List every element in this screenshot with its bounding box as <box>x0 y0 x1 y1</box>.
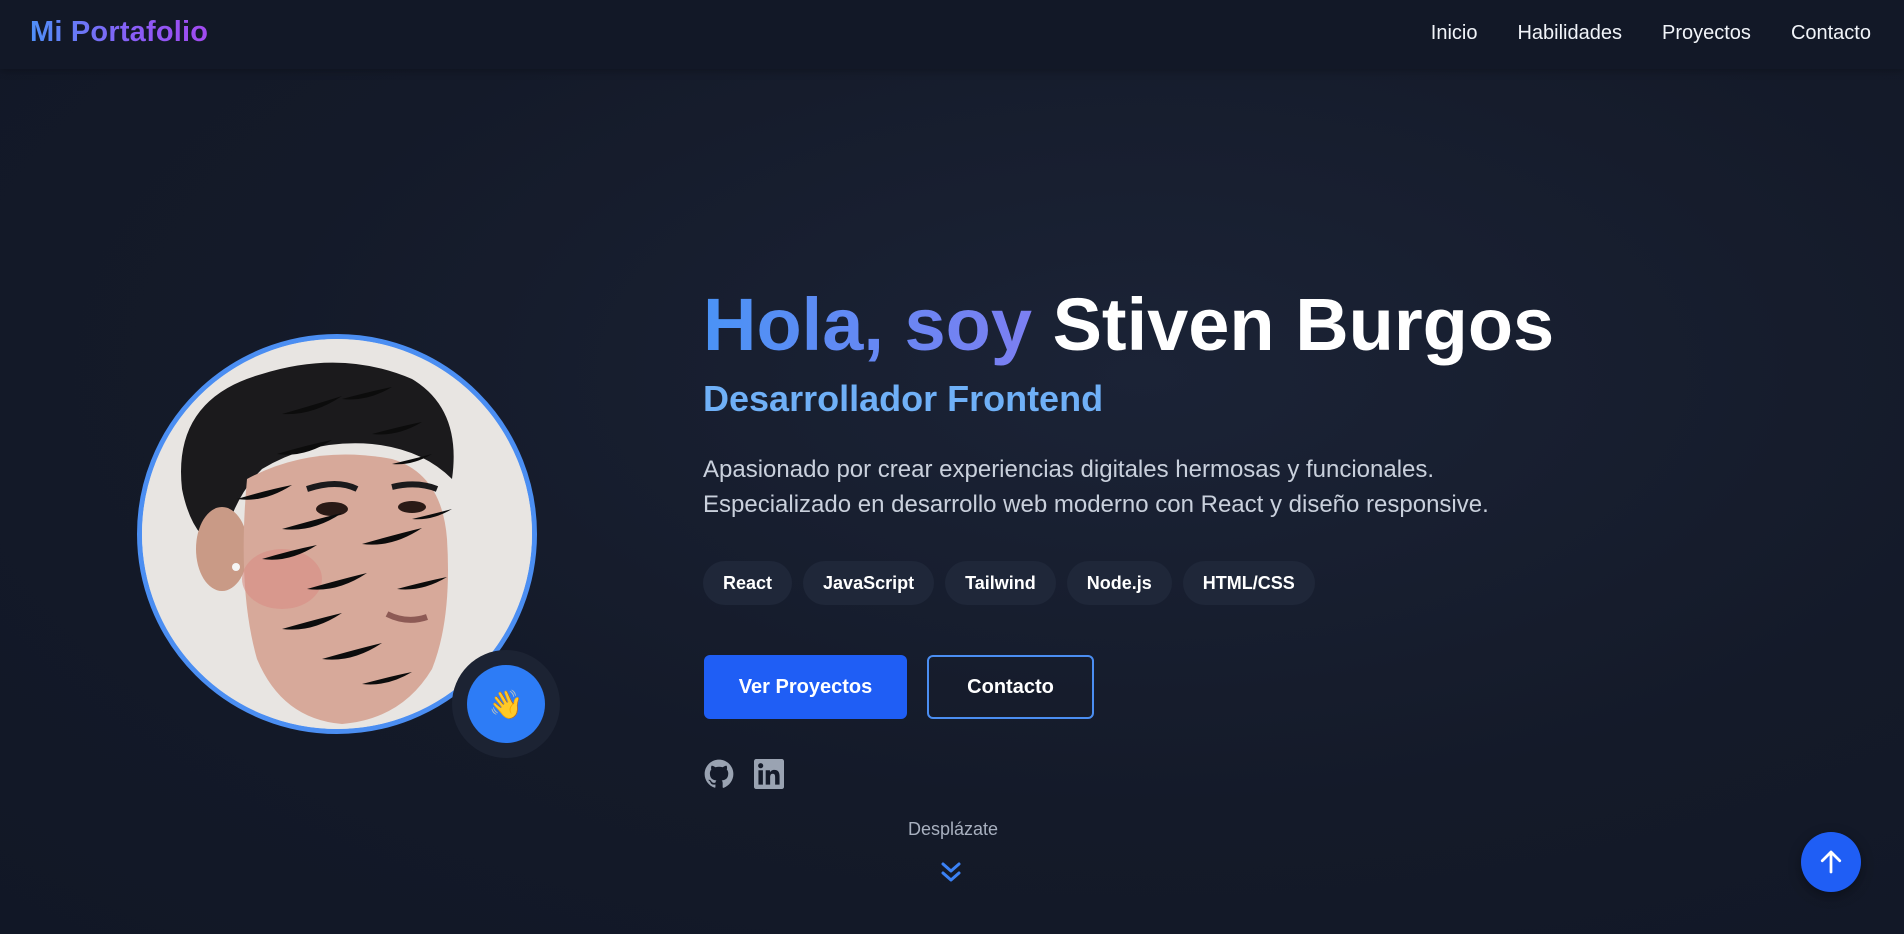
navbar: Mi Portafolio Inicio Habilidades Proyect… <box>0 0 1904 69</box>
arrow-up-icon <box>1820 850 1842 874</box>
view-projects-button[interactable]: Ver Proyectos <box>704 655 907 719</box>
skill-tag-html-css: HTML/CSS <box>1182 561 1315 605</box>
social-links <box>704 759 784 789</box>
contact-button[interactable]: Contacto <box>927 655 1094 719</box>
nav-link-inicio[interactable]: Inicio <box>1431 22 1478 45</box>
scroll-hint: Desplázate <box>908 819 999 839</box>
chevrons-down-icon[interactable] <box>940 860 962 886</box>
wave-badge: 👋 <box>467 665 545 743</box>
scroll-to-top-button[interactable] <box>1801 832 1861 892</box>
hero-description-line-2: Especializado en desarrollo web moderno … <box>703 491 1489 518</box>
site-logo[interactable]: Mi Portafolio <box>30 16 208 49</box>
hero-description-line-1: Apasionado por crear experiencias digita… <box>703 456 1435 483</box>
hero-title: Hola, soy Stiven Burgos <box>703 280 1554 370</box>
hero-name: Stiven Burgos <box>1052 283 1555 366</box>
hero-description: Apasionado por crear experiencias digita… <box>703 452 1603 522</box>
skill-tag-react: React <box>703 561 793 605</box>
hero-role: Desarrollador Frontend <box>703 378 1104 419</box>
wave-emoji-icon: 👋 <box>488 688 524 720</box>
skill-tag-javascript: JavaScript <box>803 561 935 605</box>
nav-links: Inicio Habilidades Proyectos Contacto <box>1431 22 1871 45</box>
skill-tag-nodejs: Node.js <box>1066 561 1172 605</box>
nav-link-proyectos[interactable]: Proyectos <box>1662 22 1751 45</box>
hero-greeting: Hola, soy <box>703 283 1032 366</box>
nav-link-habilidades[interactable]: Habilidades <box>1517 22 1622 45</box>
nav-link-contacto[interactable]: Contacto <box>1791 22 1871 45</box>
github-icon[interactable] <box>704 759 734 789</box>
linkedin-icon[interactable] <box>754 759 784 789</box>
skill-tag-tailwind: Tailwind <box>945 561 1056 605</box>
skill-tags: React JavaScript Tailwind Node.js HTML/C… <box>703 561 1315 605</box>
